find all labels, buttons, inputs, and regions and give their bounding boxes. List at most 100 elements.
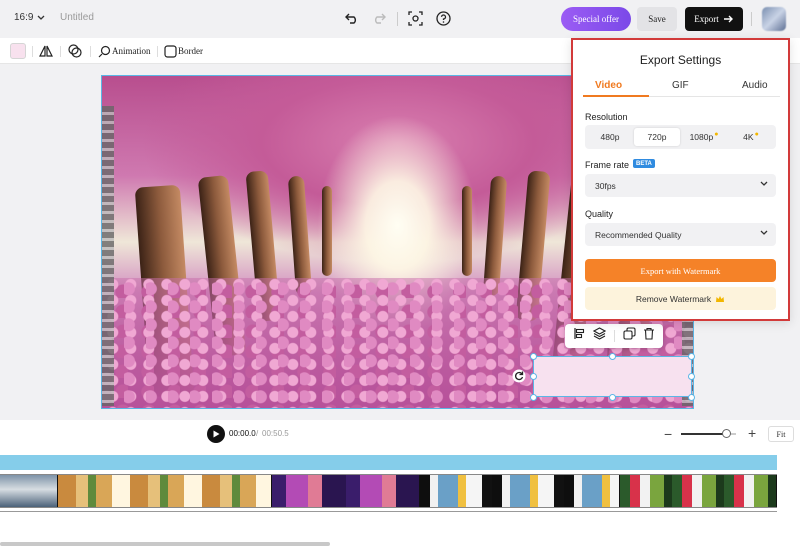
chevron-down-icon bbox=[760, 230, 768, 235]
zoom-slider-thumb[interactable] bbox=[721, 429, 731, 438]
toolbar-divider bbox=[90, 46, 91, 57]
frame-rate-label: Frame rate bbox=[585, 160, 630, 170]
opacity-icon[interactable] bbox=[67, 43, 83, 59]
export-button-label: Export bbox=[694, 14, 719, 24]
export-settings-panel: Export Settings Video GIF Audio Resoluti… bbox=[571, 38, 790, 321]
layers-icon[interactable] bbox=[593, 327, 607, 345]
align-icon[interactable] bbox=[573, 327, 586, 345]
resolution-option-480p[interactable]: 480p bbox=[587, 128, 633, 146]
flip-icon[interactable] bbox=[38, 43, 54, 59]
document-title[interactable]: Untitled bbox=[60, 12, 94, 23]
frame-rate-value: 30fps bbox=[595, 180, 616, 191]
remove-watermark-button[interactable]: Remove Watermark bbox=[585, 287, 776, 310]
arrow-right-icon bbox=[723, 15, 733, 23]
total-duration: 00:50.5 bbox=[262, 429, 289, 438]
zoom-in-button[interactable]: + bbox=[748, 425, 756, 441]
beta-badge: BETA bbox=[633, 159, 655, 168]
border-button[interactable]: Border bbox=[178, 46, 203, 56]
clip-thumbnail[interactable] bbox=[620, 475, 777, 507]
resolution-option-label: 480p bbox=[600, 132, 620, 142]
export-with-watermark-button[interactable]: Export with Watermark bbox=[585, 259, 776, 282]
undo-icon[interactable] bbox=[344, 10, 360, 26]
delete-icon[interactable] bbox=[643, 327, 655, 345]
chevron-down-icon bbox=[760, 181, 768, 186]
resolution-option-1080p[interactable]: 1080p ● bbox=[681, 128, 727, 146]
export-format-tabs: Video GIF Audio bbox=[583, 80, 780, 97]
screenshot-icon[interactable] bbox=[407, 10, 423, 26]
resolution-option-4k[interactable]: 4K ● bbox=[728, 128, 774, 146]
resize-handle[interactable] bbox=[530, 353, 537, 360]
fit-button[interactable]: Fit bbox=[768, 426, 794, 442]
tab-video[interactable]: Video bbox=[595, 80, 622, 91]
tree-trunk bbox=[462, 186, 472, 276]
aspect-ratio-dropdown[interactable]: 16:9 bbox=[14, 12, 45, 23]
time-separator: / bbox=[256, 429, 259, 438]
playback-bar: 00:00.0 / 00:50.5 − + Fit bbox=[0, 420, 800, 448]
aspect-ratio-label: 16:9 bbox=[14, 12, 34, 23]
resize-handle[interactable] bbox=[530, 373, 537, 380]
crown-icon bbox=[716, 295, 725, 302]
timeline-scrollbar[interactable] bbox=[0, 542, 330, 546]
resize-handle[interactable] bbox=[688, 394, 695, 401]
help-icon[interactable] bbox=[435, 10, 451, 26]
toolbar-divider bbox=[397, 12, 398, 26]
topbar-divider bbox=[751, 12, 752, 26]
zoom-slider-fill bbox=[681, 433, 727, 435]
quality-value: Recommended Quality bbox=[595, 229, 682, 240]
resolution-label: Resolution bbox=[585, 112, 628, 122]
quality-label: Quality bbox=[585, 209, 614, 219]
redo-icon[interactable] bbox=[371, 10, 387, 26]
tree-trunk bbox=[322, 186, 332, 276]
resize-handle[interactable] bbox=[609, 394, 616, 401]
clip-thumbnail[interactable] bbox=[58, 475, 272, 507]
timeline-divider bbox=[0, 511, 777, 512]
zoom-slider[interactable] bbox=[681, 429, 736, 438]
border-icon[interactable] bbox=[162, 43, 178, 59]
film-edge-left bbox=[102, 106, 114, 406]
chevron-down-icon bbox=[38, 15, 45, 20]
top-bar: 16:9 Untitled Special offer Save Export bbox=[0, 0, 800, 38]
toolbar-divider bbox=[157, 46, 158, 57]
clip-thumbnail[interactable] bbox=[420, 475, 620, 507]
animation-button[interactable]: Animation bbox=[112, 46, 151, 56]
resize-handle[interactable] bbox=[609, 353, 616, 360]
rotate-icon[interactable] bbox=[512, 369, 526, 383]
active-tab-indicator bbox=[583, 95, 649, 97]
save-button[interactable]: Save bbox=[637, 7, 677, 31]
premium-icon: ● bbox=[754, 130, 759, 138]
tab-audio[interactable]: Audio bbox=[742, 80, 768, 91]
element-action-toolbar bbox=[565, 324, 663, 348]
premium-icon: ● bbox=[714, 130, 719, 138]
toolbar-divider bbox=[60, 46, 61, 57]
quality-select[interactable]: Recommended Quality bbox=[585, 223, 776, 246]
video-editor: 16:9 Untitled Special offer Save Export bbox=[0, 0, 800, 550]
resize-handle[interactable] bbox=[688, 353, 695, 360]
fill-color-swatch[interactable] bbox=[10, 43, 26, 59]
video-track[interactable] bbox=[0, 474, 777, 508]
animation-icon[interactable] bbox=[96, 43, 112, 59]
resolution-option-label: 720p bbox=[647, 132, 667, 142]
current-time: 00:00.0 bbox=[229, 429, 256, 438]
clip-thumbnail[interactable] bbox=[272, 475, 420, 507]
zoom-out-button[interactable]: − bbox=[664, 426, 672, 442]
resize-handle[interactable] bbox=[530, 394, 537, 401]
duplicate-icon[interactable] bbox=[623, 327, 636, 345]
special-offer-button[interactable]: Special offer bbox=[561, 7, 631, 31]
play-icon bbox=[213, 430, 219, 438]
audio-track[interactable] bbox=[0, 455, 777, 470]
play-button[interactable] bbox=[207, 425, 225, 443]
timeline bbox=[0, 448, 800, 550]
export-button[interactable]: Export bbox=[685, 7, 743, 31]
frame-rate-select[interactable]: 30fps bbox=[585, 174, 776, 197]
resize-handle[interactable] bbox=[688, 373, 695, 380]
avatar[interactable] bbox=[762, 7, 786, 31]
resolution-selector: 480p 720p 1080p ● 4K ● bbox=[585, 125, 776, 149]
selected-shape[interactable] bbox=[533, 356, 692, 397]
resolution-option-label: 4K bbox=[743, 132, 754, 142]
toolbar-divider bbox=[32, 46, 33, 57]
remove-watermark-label: Remove Watermark bbox=[635, 293, 712, 304]
panel-title: Export Settings bbox=[639, 53, 722, 67]
resolution-option-720p[interactable]: 720p bbox=[634, 128, 680, 146]
clip-thumbnail[interactable] bbox=[0, 475, 58, 507]
tab-gif[interactable]: GIF bbox=[672, 80, 689, 91]
